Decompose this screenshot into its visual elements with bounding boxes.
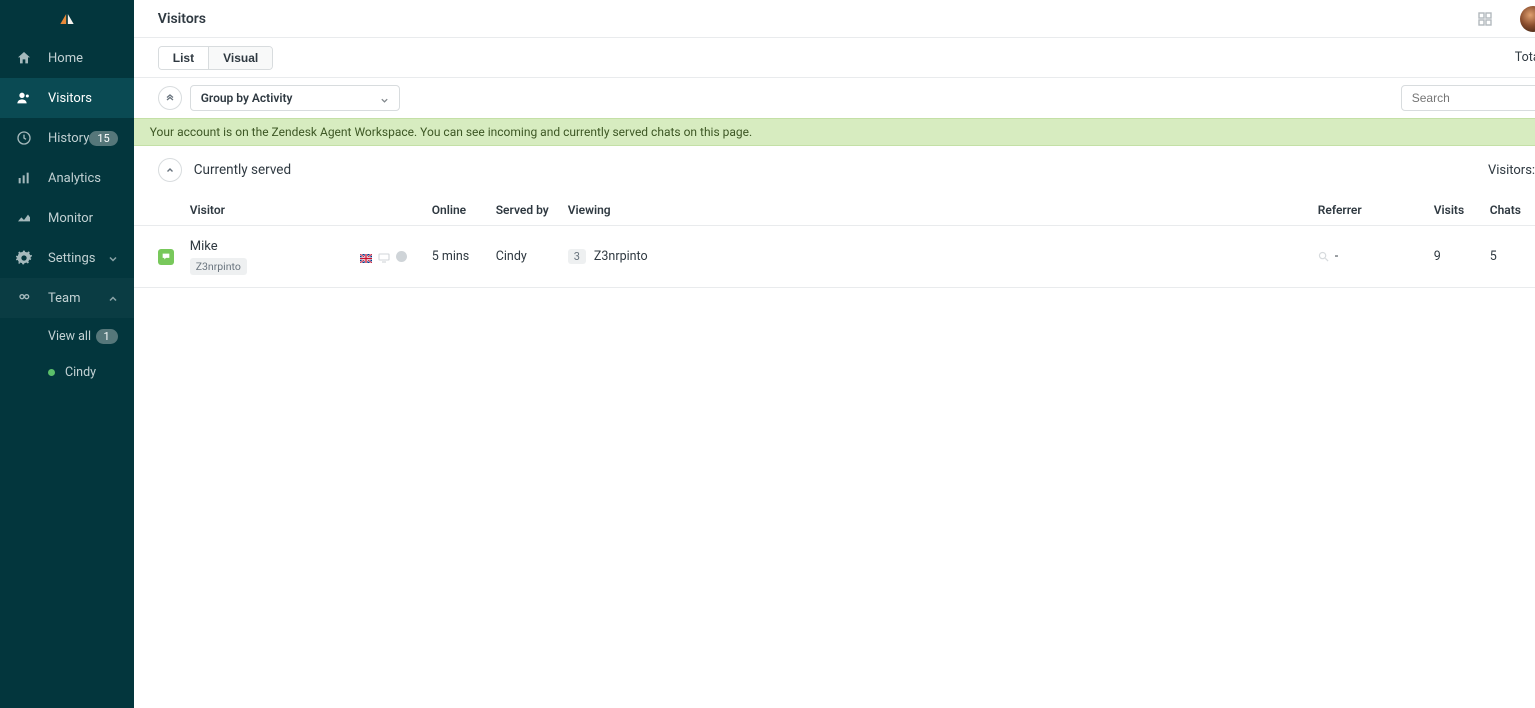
viewing-cell: 3 Z3nrpinto bbox=[568, 249, 1318, 264]
browser-icon bbox=[396, 251, 407, 262]
nav-analytics-label: Analytics bbox=[48, 171, 118, 186]
visitor-cell: Mike Z3nrpinto bbox=[190, 239, 360, 275]
col-served-by: Served by bbox=[496, 203, 568, 217]
sidebar: Home Visitors History 15 Analytics Monit… bbox=[0, 0, 134, 708]
nav-team-label: Team bbox=[48, 291, 108, 306]
online-status-dot bbox=[48, 369, 55, 376]
visitor-name: Mike bbox=[190, 239, 360, 254]
group-by-label: Group by Activity bbox=[201, 91, 293, 105]
group-by-dropdown[interactable]: Group by Activity bbox=[190, 85, 400, 111]
nav-history[interactable]: History 15 bbox=[0, 118, 134, 158]
nav-monitor-label: Monitor bbox=[48, 211, 118, 226]
chevron-down-icon bbox=[380, 94, 389, 103]
page-header: Visitors bbox=[134, 0, 1535, 38]
gear-icon bbox=[16, 250, 32, 266]
nav-settings[interactable]: Settings bbox=[0, 238, 134, 278]
nav-settings-label: Settings bbox=[48, 251, 108, 266]
nav-team[interactable]: Team bbox=[0, 278, 134, 318]
history-icon bbox=[16, 130, 32, 146]
viewing-text: Z3nrpinto bbox=[594, 249, 648, 264]
viewing-count-chip: 3 bbox=[568, 249, 586, 264]
user-avatar[interactable] bbox=[1520, 6, 1535, 32]
apps-grid-icon[interactable] bbox=[1478, 12, 1492, 26]
team-icon bbox=[16, 290, 32, 306]
nav-visitors[interactable]: Visitors bbox=[0, 78, 134, 118]
col-viewing: Viewing bbox=[568, 203, 1318, 217]
total-label: Total: bbox=[1515, 50, 1535, 65]
chat-status-icon bbox=[158, 249, 174, 265]
table-row[interactable]: Mike Z3nrpinto 5 mins Cindy 3 Z3nrpinto … bbox=[134, 226, 1535, 288]
team-sublist: View all 1 Cindy bbox=[0, 318, 134, 390]
desktop-icon bbox=[378, 252, 390, 262]
team-member-cindy[interactable]: Cindy bbox=[0, 354, 134, 390]
info-banner-text: Your account is on the Zendesk Agent Wor… bbox=[150, 125, 752, 139]
info-banner: Your account is on the Zendesk Agent Wor… bbox=[134, 118, 1535, 146]
filter-bar: Group by Activity bbox=[134, 78, 1535, 118]
col-online: Online bbox=[432, 203, 496, 217]
monitor-icon bbox=[16, 210, 32, 226]
team-member-name: Cindy bbox=[65, 365, 96, 380]
nav-history-badge: 15 bbox=[89, 131, 117, 146]
view-toolbar: List Visual Total: bbox=[134, 38, 1535, 78]
visits-cell: 9 bbox=[1434, 249, 1490, 264]
col-visits: Visits bbox=[1434, 203, 1490, 217]
col-visitor: Visitor bbox=[190, 203, 360, 217]
flag-uk-icon bbox=[360, 252, 372, 261]
chats-cell: 5 bbox=[1490, 249, 1535, 264]
app-logo bbox=[0, 0, 134, 38]
visitors-table: Visitor Online Served by Viewing Referre… bbox=[134, 194, 1535, 288]
search-input[interactable] bbox=[1401, 85, 1535, 111]
col-referrer: Referrer bbox=[1318, 203, 1434, 217]
team-view-all[interactable]: View all 1 bbox=[0, 318, 134, 354]
nav-home[interactable]: Home bbox=[0, 38, 134, 78]
analytics-icon bbox=[16, 170, 32, 186]
visitor-tag: Z3nrpinto bbox=[190, 258, 247, 275]
collapse-all-button[interactable] bbox=[158, 86, 182, 110]
section-count: Visitors: 1 bbox=[1488, 163, 1535, 178]
nav-analytics[interactable]: Analytics bbox=[0, 158, 134, 198]
nav-visitors-label: Visitors bbox=[48, 91, 118, 106]
visitors-icon bbox=[16, 90, 32, 106]
collapse-section-button[interactable] bbox=[158, 158, 182, 182]
team-view-all-label: View all bbox=[48, 329, 91, 344]
referrer-text: - bbox=[1335, 249, 1338, 264]
chevron-down-icon bbox=[108, 253, 118, 263]
table-header: Visitor Online Served by Viewing Referre… bbox=[134, 194, 1535, 226]
visitor-meta-icons bbox=[360, 251, 432, 262]
tab-list[interactable]: List bbox=[159, 47, 209, 69]
nav-history-label: History bbox=[48, 131, 89, 146]
tab-visual[interactable]: Visual bbox=[209, 47, 272, 69]
home-icon bbox=[16, 50, 32, 66]
nav-monitor[interactable]: Monitor bbox=[0, 198, 134, 238]
view-toggle: List Visual bbox=[158, 46, 273, 70]
search-icon bbox=[1318, 251, 1329, 262]
chevron-up-icon bbox=[108, 293, 118, 303]
section-title: Currently served bbox=[194, 162, 291, 178]
served-by-cell: Cindy bbox=[496, 249, 568, 264]
col-chats: Chats bbox=[1490, 203, 1535, 217]
section-header: Currently served Visitors: 1 bbox=[134, 146, 1535, 194]
online-cell: 5 mins bbox=[432, 249, 496, 264]
referrer-cell: - bbox=[1318, 249, 1434, 264]
page-title: Visitors bbox=[158, 11, 206, 27]
nav-home-label: Home bbox=[48, 51, 118, 66]
team-view-all-badge: 1 bbox=[96, 329, 118, 344]
